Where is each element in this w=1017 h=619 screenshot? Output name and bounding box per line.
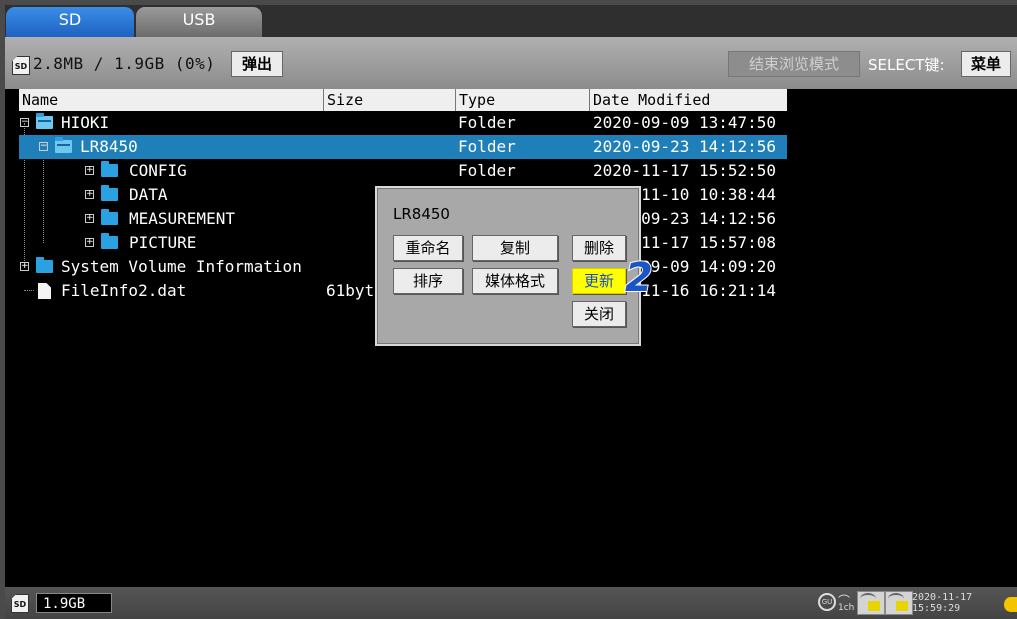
folder-icon: [101, 233, 118, 249]
expand-icon[interactable]: +: [85, 166, 94, 175]
storage-capacity: 1.9GB: [36, 593, 112, 613]
column-header-name[interactable]: Name: [19, 89, 323, 111]
row-type: Folder: [458, 113, 516, 132]
alert-icon: [1004, 597, 1017, 612]
folder-open-icon: [36, 113, 53, 129]
step-number-badge: 2: [624, 255, 654, 301]
tab-sd[interactable]: SD: [6, 7, 134, 37]
file-list: Name Size Type Date Modified − HIOKI Fol…: [19, 89, 787, 300]
menu-button[interactable]: 菜单: [961, 51, 1011, 77]
end-browse-mode-button[interactable]: 结束浏览模式: [728, 51, 860, 77]
row-type: Folder: [458, 137, 516, 156]
sort-button[interactable]: 排序: [393, 268, 463, 294]
select-key-label: SELECT键:: [868, 56, 945, 74]
row-date: 2020-09-09 13:47:50: [593, 113, 777, 132]
tab-bar: SD USB: [5, 5, 1017, 37]
column-header-date-modified[interactable]: Date Modified: [589, 89, 787, 111]
format-media-button[interactable]: 媒体格式: [472, 268, 558, 294]
table-row[interactable]: + CONFIG Folder 2020-11-17 15:52:50: [19, 159, 787, 183]
expand-icon[interactable]: +: [85, 214, 94, 223]
row-date: 2020-11-17 15:52:50: [593, 161, 777, 180]
row-type: Folder: [458, 161, 516, 180]
channel-status-icon: GU: [818, 593, 836, 611]
collapse-icon[interactable]: −: [20, 118, 29, 127]
row-name: System Volume Information: [61, 257, 302, 276]
copy-button[interactable]: 复制: [472, 235, 558, 261]
collapse-icon[interactable]: −: [39, 142, 48, 151]
row-name: PICTURE: [129, 233, 197, 252]
sd-card-icon: SD: [11, 594, 29, 613]
network-power-icon: [857, 591, 885, 615]
table-row[interactable]: − HIOKI Folder 2020-09-09 13:47:50: [19, 111, 787, 135]
folder-icon: [36, 257, 53, 273]
context-menu-popup: LR8450 重命名 复制 删除 排序 媒体格式 更新 关闭: [375, 186, 641, 346]
status-bar: SD 1.9GB GU ⌒ 1ch 2020-11-17 15:59:29: [5, 587, 1017, 619]
row-name: HIOKI: [61, 113, 110, 132]
storage-usage: 2.8MB / 1.9GB (0%): [33, 54, 216, 73]
row-name: FileInfo2.dat: [61, 281, 187, 300]
clock-date: 2020-11-17: [912, 592, 973, 603]
folder-icon: [101, 161, 118, 177]
channel-count: 1ch: [838, 603, 855, 613]
sd-card-icon: SD: [12, 56, 30, 75]
column-header-type[interactable]: Type: [455, 89, 589, 111]
file-browser-window: SD USB SD 2.8MB / 1.9GB (0%) 弹出 结束浏览模式 S…: [5, 5, 1017, 619]
expand-icon[interactable]: +: [85, 238, 94, 247]
folder-icon: [101, 185, 118, 201]
folder-open-icon: [55, 137, 72, 153]
column-header-size[interactable]: Size: [323, 89, 455, 111]
tab-usb[interactable]: USB: [136, 7, 262, 37]
row-name: LR8450: [80, 137, 138, 156]
file-list-header: Name Size Type Date Modified: [19, 89, 787, 111]
clock-time: 15:59:29: [912, 603, 961, 614]
row-date: 2020-09-23 14:12:56: [593, 137, 777, 156]
toolbar: SD 2.8MB / 1.9GB (0%) 弹出 结束浏览模式 SELECT键:…: [5, 37, 1017, 89]
row-name: MEASUREMENT: [129, 209, 235, 228]
table-row-selected[interactable]: − LR8450 Folder 2020-09-23 14:12:56: [19, 135, 787, 159]
row-name: DATA: [129, 185, 168, 204]
eject-button[interactable]: 弹出: [231, 51, 283, 77]
update-button[interactable]: 更新: [572, 268, 626, 294]
delete-button[interactable]: 删除: [572, 235, 626, 261]
expand-icon[interactable]: +: [20, 262, 29, 271]
row-name: CONFIG: [129, 161, 187, 180]
clock: 2020-11-17 15:59:29: [912, 592, 972, 614]
folder-icon: [101, 209, 118, 225]
rename-button[interactable]: 重命名: [393, 235, 463, 261]
popup-title: LR8450: [393, 205, 450, 223]
expand-icon[interactable]: +: [85, 190, 94, 199]
file-icon: [38, 283, 51, 299]
close-button[interactable]: 关闭: [572, 301, 626, 327]
network-power-icon: [885, 591, 913, 615]
